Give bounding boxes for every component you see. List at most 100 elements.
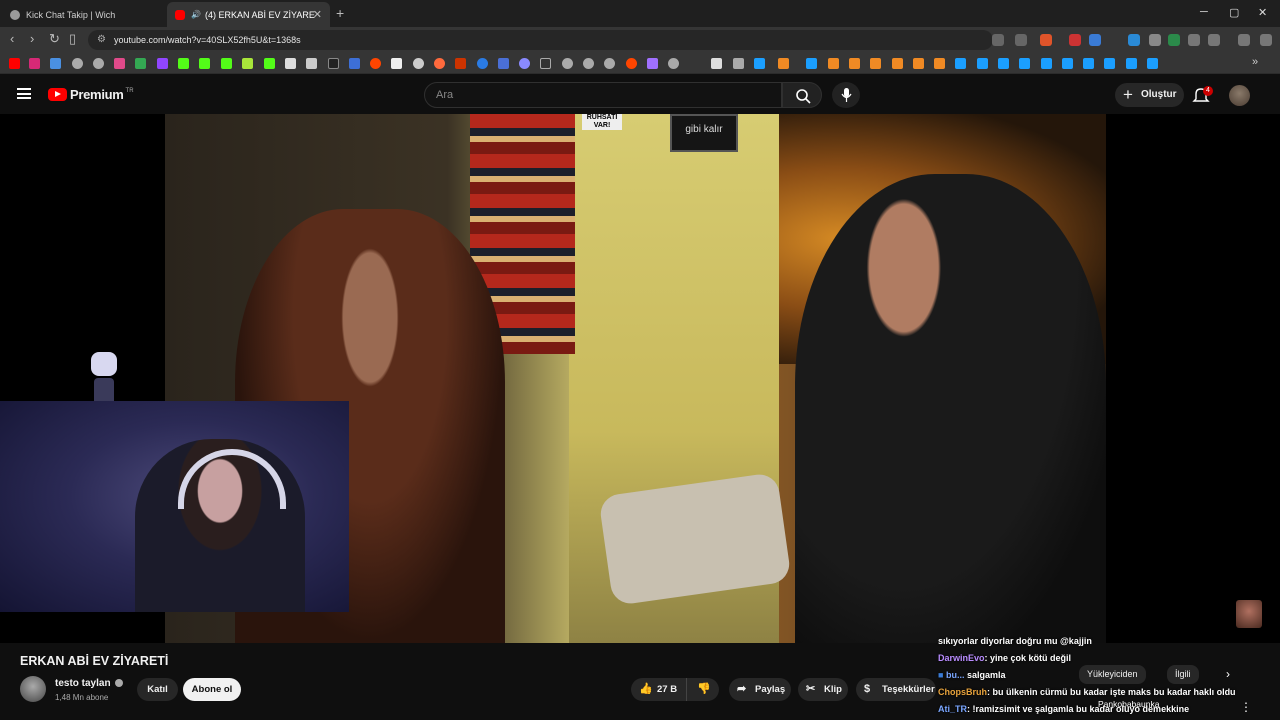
share-button[interactable]: ➦ Paylaş: [729, 678, 791, 701]
browser-tab-youtube[interactable]: 🔊 (4) ERKAN ABİ EV ZİYARETİ - ✕: [167, 2, 330, 27]
bookmark-folder-icon[interactable]: [733, 58, 744, 69]
bookmark-icon[interactable]: [306, 58, 317, 69]
bookmark-icon[interactable]: ▯: [69, 31, 76, 47]
browser-tab-kick[interactable]: Kick Chat Takip | Wich: [2, 2, 166, 27]
bookmark-youtube-icon[interactable]: [9, 58, 20, 69]
reload-icon[interactable]: ↻: [49, 31, 60, 47]
join-button[interactable]: Katıl: [137, 678, 178, 701]
hamburger-menu-icon[interactable]: [17, 88, 31, 99]
bookmark-steam-icon[interactable]: [1019, 58, 1030, 69]
bookmark-icon[interactable]: [913, 58, 924, 69]
bookmark-globe-icon[interactable]: [562, 58, 573, 69]
address-bar[interactable]: ⚙ youtube.com/watch?v=40SLX52fh5U&t=1368…: [88, 30, 993, 50]
bookmark-icon[interactable]: [934, 58, 945, 69]
bookmark-steam-icon[interactable]: [1104, 58, 1115, 69]
media-icon[interactable]: [1238, 34, 1250, 46]
account-avatar[interactable]: [1229, 85, 1250, 106]
bookmark-icon[interactable]: [434, 58, 445, 69]
bookmark-reddit-icon[interactable]: [370, 58, 381, 69]
bookmark-kick-icon[interactable]: [199, 58, 210, 69]
bookmark-icon[interactable]: [349, 58, 360, 69]
video-player[interactable]: RUHSATI VAR! gibi kalır: [0, 114, 1280, 643]
verified-icon: [114, 679, 123, 688]
logo-country: TR: [125, 87, 134, 94]
bookmark-icon[interactable]: [849, 58, 860, 69]
sidebar-icon[interactable]: [1208, 34, 1220, 46]
bookmark-globe-icon[interactable]: [604, 58, 615, 69]
bookmark-icon[interactable]: [285, 58, 296, 69]
bookmark-icon[interactable]: [477, 58, 488, 69]
bookmark-icon[interactable]: [391, 58, 402, 69]
channel-avatar[interactable]: [20, 676, 46, 702]
cast-icon[interactable]: [992, 34, 1004, 46]
bookmark-icon[interactable]: [892, 58, 903, 69]
close-tab-icon[interactable]: ✕: [313, 8, 322, 21]
like-button[interactable]: 👍 27 B: [631, 678, 686, 701]
thanks-button[interactable]: $ Teşekkürler: [856, 678, 936, 701]
bookmark-steam-icon[interactable]: [754, 58, 765, 69]
bookmark-steam-icon[interactable]: [977, 58, 988, 69]
menu-icon[interactable]: [1260, 34, 1272, 46]
youtube-premium-logo[interactable]: Premium TR: [48, 87, 134, 102]
more-options-icon[interactable]: ⋮: [1240, 700, 1252, 714]
bookmark-icon[interactable]: [519, 58, 530, 69]
voice-search-button[interactable]: [832, 82, 860, 108]
bookmark-steam-icon[interactable]: [1062, 58, 1073, 69]
extension-icon[interactable]: [1069, 34, 1081, 46]
bookmark-icon[interactable]: [540, 58, 551, 69]
new-tab-button[interactable]: +: [336, 5, 344, 21]
close-window-button[interactable]: ✕: [1258, 6, 1267, 19]
bookmark-steam-icon[interactable]: [955, 58, 966, 69]
bookmark-steam-icon[interactable]: [1147, 58, 1158, 69]
bookmark-icon[interactable]: [264, 58, 275, 69]
bookmark-icon[interactable]: [242, 58, 253, 69]
extension-icon[interactable]: [1168, 34, 1180, 46]
bookmark-globe-icon[interactable]: [72, 58, 83, 69]
forward-icon[interactable]: ›: [30, 31, 34, 46]
back-icon[interactable]: ‹: [10, 31, 14, 46]
create-button[interactable]: + Oluştur: [1115, 83, 1184, 107]
search-icon: [796, 89, 811, 104]
extension-icon[interactable]: [1089, 34, 1101, 46]
minimize-button[interactable]: ─: [1200, 6, 1208, 18]
bookmark-icon[interactable]: [828, 58, 839, 69]
bookmark-kick-icon[interactable]: [178, 58, 189, 69]
bookmark-icon[interactable]: [778, 58, 789, 69]
bookmark-icon[interactable]: [498, 58, 509, 69]
clip-button[interactable]: ✂ Klip: [798, 678, 848, 701]
search-input[interactable]: Ara: [424, 82, 782, 108]
bookmark-globe-icon[interactable]: [93, 58, 104, 69]
bookmark-instagram-icon[interactable]: [29, 58, 40, 69]
bookmark-twitch-icon[interactable]: [157, 58, 168, 69]
bookmark-globe-icon[interactable]: [668, 58, 679, 69]
bookmark-x-icon[interactable]: [328, 58, 339, 69]
bookmark-steam-icon[interactable]: [806, 58, 817, 69]
site-settings-icon[interactable]: ⚙: [97, 30, 106, 50]
dislike-button[interactable]: 👎: [686, 678, 719, 701]
bookmark-steam-icon[interactable]: [1041, 58, 1052, 69]
brave-shield-icon[interactable]: [1040, 34, 1052, 46]
search-button[interactable]: [782, 82, 822, 108]
channel-name[interactable]: testo taylan: [55, 678, 123, 689]
bookmark-globe-icon[interactable]: [583, 58, 594, 69]
bookmark-icon[interactable]: [50, 58, 61, 69]
more-bookmarks-icon[interactable]: »: [1252, 56, 1258, 68]
extension-icon[interactable]: [1128, 34, 1140, 46]
bookmark-steam-icon[interactable]: [1126, 58, 1137, 69]
bookmark-drive-icon[interactable]: [135, 58, 146, 69]
bookmark-reddit-icon[interactable]: [626, 58, 637, 69]
bookmark-icon[interactable]: [870, 58, 881, 69]
extension-icon[interactable]: [1149, 34, 1161, 46]
bookmark-icon[interactable]: [647, 58, 658, 69]
bookmark-steam-icon[interactable]: [1083, 58, 1094, 69]
bookmark-steam-icon[interactable]: [998, 58, 1009, 69]
subscribe-button[interactable]: Abone ol: [183, 678, 241, 701]
bookmark-icon[interactable]: [455, 58, 466, 69]
bookmark-icon[interactable]: [413, 58, 424, 69]
bookmark-icon[interactable]: [114, 58, 125, 69]
bookmark-icon[interactable]: [711, 58, 722, 69]
extensions-puzzle-icon[interactable]: [1188, 34, 1200, 46]
maximize-button[interactable]: ▢: [1229, 6, 1239, 19]
share-icon[interactable]: [1015, 34, 1027, 46]
bookmark-kick-icon[interactable]: [221, 58, 232, 69]
